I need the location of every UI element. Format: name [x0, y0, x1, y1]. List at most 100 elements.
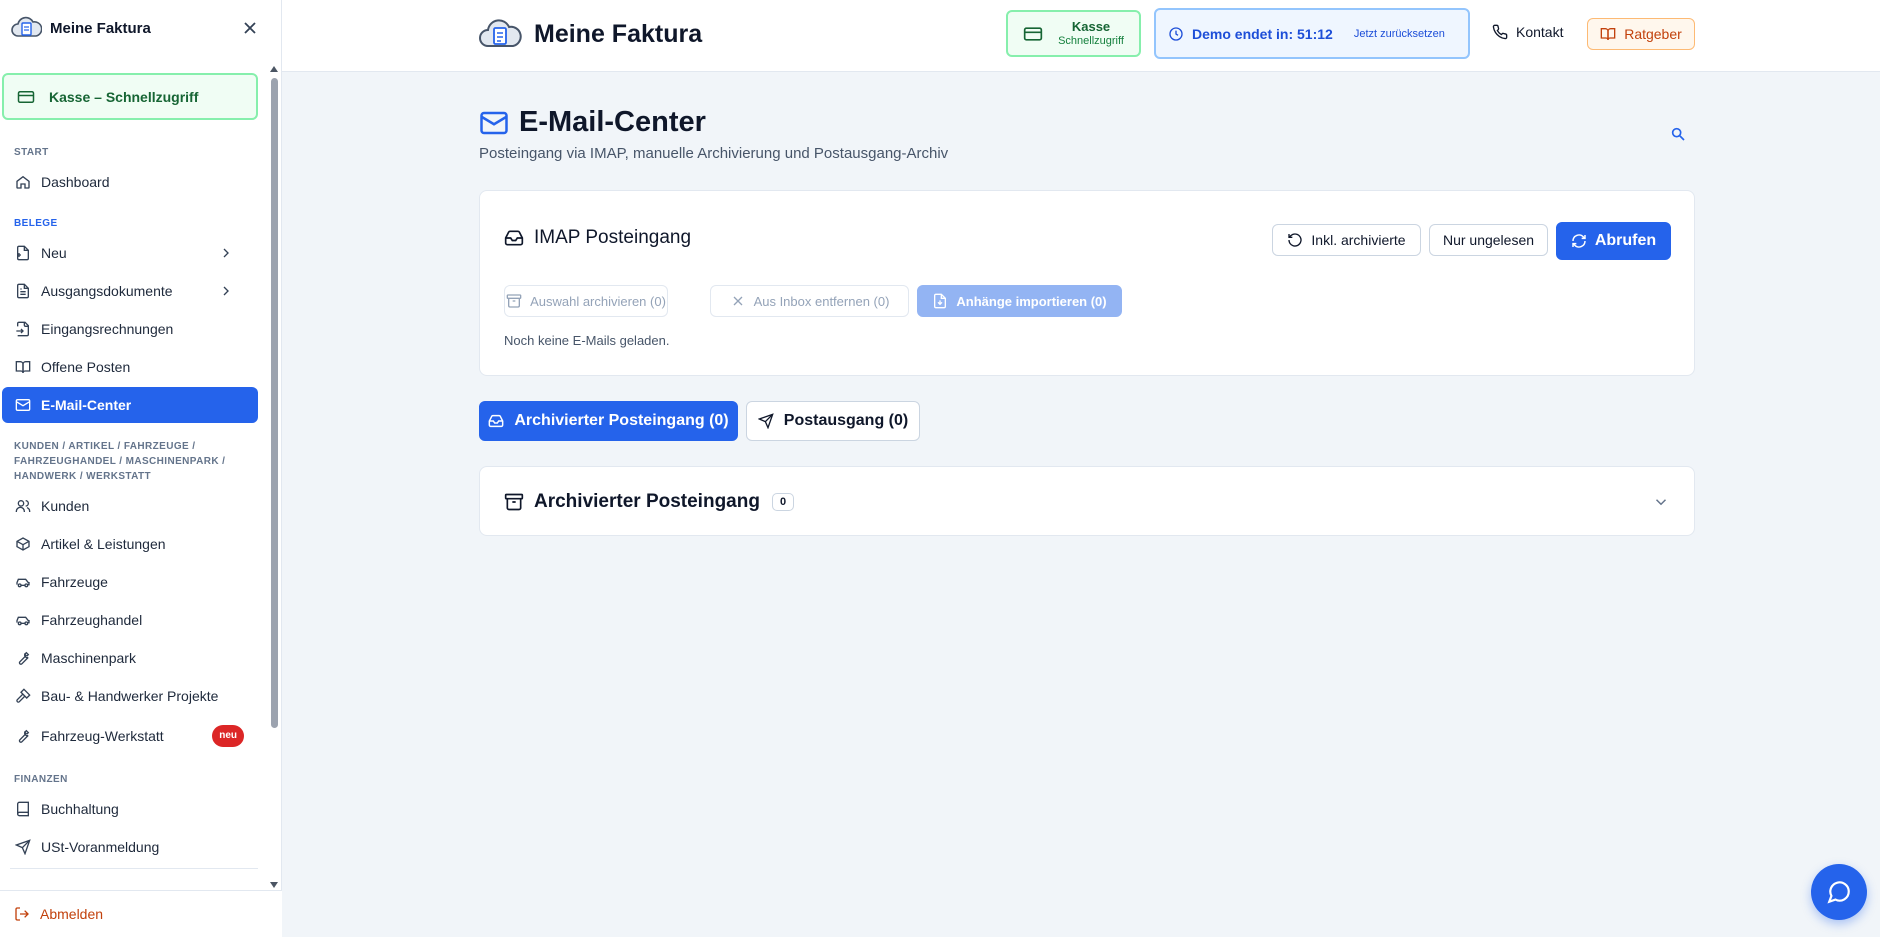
tab-outbox-label: Postausgang (0) — [783, 412, 909, 429]
logout-button[interactable]: Abmelden — [14, 906, 103, 922]
archived-panel-title: Archivierter Posteingang 0 — [504, 491, 795, 513]
close-icon[interactable] — [240, 18, 260, 38]
close-icon — [733, 296, 743, 306]
hammer-icon — [16, 688, 31, 703]
demo-timer: Demo endet in: 51:12 Jetzt zurücksetzen — [1154, 8, 1470, 59]
sidebar-item-email-center[interactable]: E-Mail-Center — [2, 387, 258, 423]
archive-icon — [506, 294, 522, 308]
ratgeber-label: Ratgeber — [1624, 26, 1682, 42]
refresh-icon — [1572, 234, 1586, 248]
archived-panel-title-text: Archivierter Posteingang — [534, 491, 760, 512]
book-open-icon — [1600, 28, 1616, 41]
mail-icon — [15, 399, 31, 411]
sidebar-item-label: Neu — [41, 245, 67, 261]
sidebar-item-label: USt-Voranmeldung — [41, 839, 160, 855]
demo-reset-link[interactable]: Jetzt zurücksetzen — [1354, 28, 1445, 40]
section-start: START — [14, 147, 49, 158]
sidebar-item-offene-posten[interactable]: Offene Posten — [2, 349, 258, 385]
contact-label: Kontakt — [1516, 24, 1564, 40]
sidebar-item-label: Offene Posten — [41, 359, 131, 375]
app-logo-icon — [479, 19, 522, 47]
ratgeber-button[interactable]: Ratgeber — [1587, 18, 1695, 50]
sidebar-item-maschinenpark[interactable]: Maschinenpark — [2, 640, 258, 676]
book-open-icon — [15, 361, 31, 374]
chat-button[interactable] — [1811, 864, 1867, 920]
sidebar-item-label: E-Mail-Center — [41, 397, 132, 413]
search-icon[interactable] — [1670, 126, 1686, 142]
remove-from-inbox-label: Aus Inbox entfernen (0) — [753, 293, 890, 309]
sidebar-title: Meine Faktura — [50, 19, 151, 37]
sidebar-header: Meine Faktura — [0, 0, 282, 56]
sidebar-item-fahrzeughandel[interactable]: Fahrzeughandel — [2, 602, 258, 638]
sidebar-item-dashboard[interactable]: Dashboard — [2, 164, 258, 200]
sidebar-item-neu[interactable]: Neu — [2, 235, 258, 271]
rotate-ccw-icon — [1288, 233, 1303, 247]
sidebar-item-label: Fahrzeuge — [41, 574, 108, 590]
section-belege: BELEGE — [14, 218, 58, 229]
sidebar-item-bau-projekte[interactable]: Bau- & Handwerker Projekte — [2, 678, 258, 714]
kasse-title: Kasse — [1071, 19, 1111, 34]
sidebar-item-ausgangsdokumente[interactable]: Ausgangsdokumente — [2, 273, 258, 309]
remove-from-inbox-button[interactable]: Aus Inbox entfernen (0) — [710, 285, 909, 317]
book-icon — [17, 801, 29, 817]
include-archived-button[interactable]: Inkl. archivierte — [1272, 224, 1421, 256]
sidebar-divider — [10, 868, 258, 869]
credit-card-icon — [17, 90, 35, 103]
contact-link[interactable]: Kontakt — [1492, 24, 1563, 40]
sidebar-item-label: Eingangsrechnungen — [41, 321, 174, 337]
sidebar-kasse-label: Kasse – Schnellzugriff — [49, 88, 199, 105]
scrollbar-thumb[interactable] — [271, 78, 278, 728]
sidebar-item-label: Kunden — [41, 498, 90, 514]
archived-inbox-panel[interactable]: Archivierter Posteingang 0 — [479, 466, 1695, 536]
scroll-down-icon[interactable] — [270, 882, 278, 888]
chevron-down-icon[interactable] — [1652, 493, 1670, 511]
inbox-icon — [488, 414, 504, 428]
empty-state-text: Noch keine E-Mails geladen. — [504, 333, 670, 348]
fetch-label: Abrufen — [1594, 232, 1657, 249]
home-icon — [16, 175, 30, 189]
archived-count-badge: 0 — [771, 493, 795, 511]
app-logo-icon — [11, 16, 42, 37]
sidebar-item-label: Artikel & Leistungen — [41, 536, 166, 552]
tab-outbox[interactable]: Postausgang (0) — [746, 401, 920, 441]
sidebar-item-buchhaltung[interactable]: Buchhaltung — [2, 791, 258, 827]
chevron-right-icon — [223, 248, 229, 258]
fetch-button[interactable]: Abrufen — [1556, 222, 1671, 260]
import-attachments-label: Anhänge importieren (0) — [956, 293, 1107, 309]
tab-archived-label: Archivierter Posteingang (0) — [514, 412, 729, 429]
imap-title-text: IMAP Posteingang — [534, 227, 692, 248]
demo-countdown: Demo endet in: 51:12 — [1192, 25, 1333, 42]
include-archived-label: Inkl. archivierte — [1311, 232, 1406, 248]
car-icon — [16, 578, 30, 588]
sidebar-item-kunden[interactable]: Kunden — [2, 488, 258, 524]
brand[interactable]: Meine Faktura — [478, 14, 702, 54]
sidebar-item-fahrzeuge[interactable]: Fahrzeuge — [2, 564, 258, 600]
file-input-icon — [16, 321, 29, 337]
sidebar-item-label: Buchhaltung — [41, 801, 119, 817]
archive-selection-button[interactable]: Auswahl archivieren (0) — [504, 285, 668, 317]
top-bar: Meine Faktura Kasse Schnellzugriff Demo … — [282, 0, 1880, 72]
kasse-quick-button[interactable]: Kasse Schnellzugriff — [1006, 10, 1141, 57]
send-icon — [757, 413, 774, 429]
sidebar-scrollbar[interactable] — [268, 62, 280, 892]
sidebar-item-fahrzeug-werkstatt[interactable]: Fahrzeug-Werkstatt neu — [2, 718, 258, 754]
scroll-up-icon[interactable] — [270, 66, 278, 72]
import-attachments-button[interactable]: Anhänge importieren (0) — [917, 285, 1122, 317]
page-title-text: E-Mail-Center — [519, 106, 706, 138]
archive-icon — [504, 493, 524, 511]
page-subtitle: Posteingang via IMAP, manuelle Archivier… — [479, 145, 949, 162]
sidebar-item-artikel[interactable]: Artikel & Leistungen — [2, 526, 258, 562]
credit-card-icon — [1023, 26, 1043, 41]
kasse-subtitle: Schnellzugriff — [1058, 35, 1124, 47]
unread-only-button[interactable]: Nur ungelesen — [1429, 224, 1548, 256]
sidebar: Meine Faktura Kasse – Schnellzugriff STA… — [0, 0, 282, 937]
package-icon — [16, 537, 30, 551]
sidebar-item-eingangsrechnungen[interactable]: Eingangsrechnungen — [2, 311, 258, 347]
chevron-right-icon — [223, 286, 229, 296]
wrench-icon — [18, 651, 30, 665]
sidebar-item-ust-voranmeldung[interactable]: USt-Voranmeldung — [2, 829, 258, 865]
sidebar-kasse-button[interactable]: Kasse – Schnellzugriff — [2, 73, 258, 120]
sidebar-nav: START Dashboard BELEGE Neu Ausgangsdokum… — [0, 130, 268, 890]
sidebar-item-label: Ausgangsdokumente — [41, 283, 173, 299]
tab-archived-inbox[interactable]: Archivierter Posteingang (0) — [479, 401, 738, 441]
